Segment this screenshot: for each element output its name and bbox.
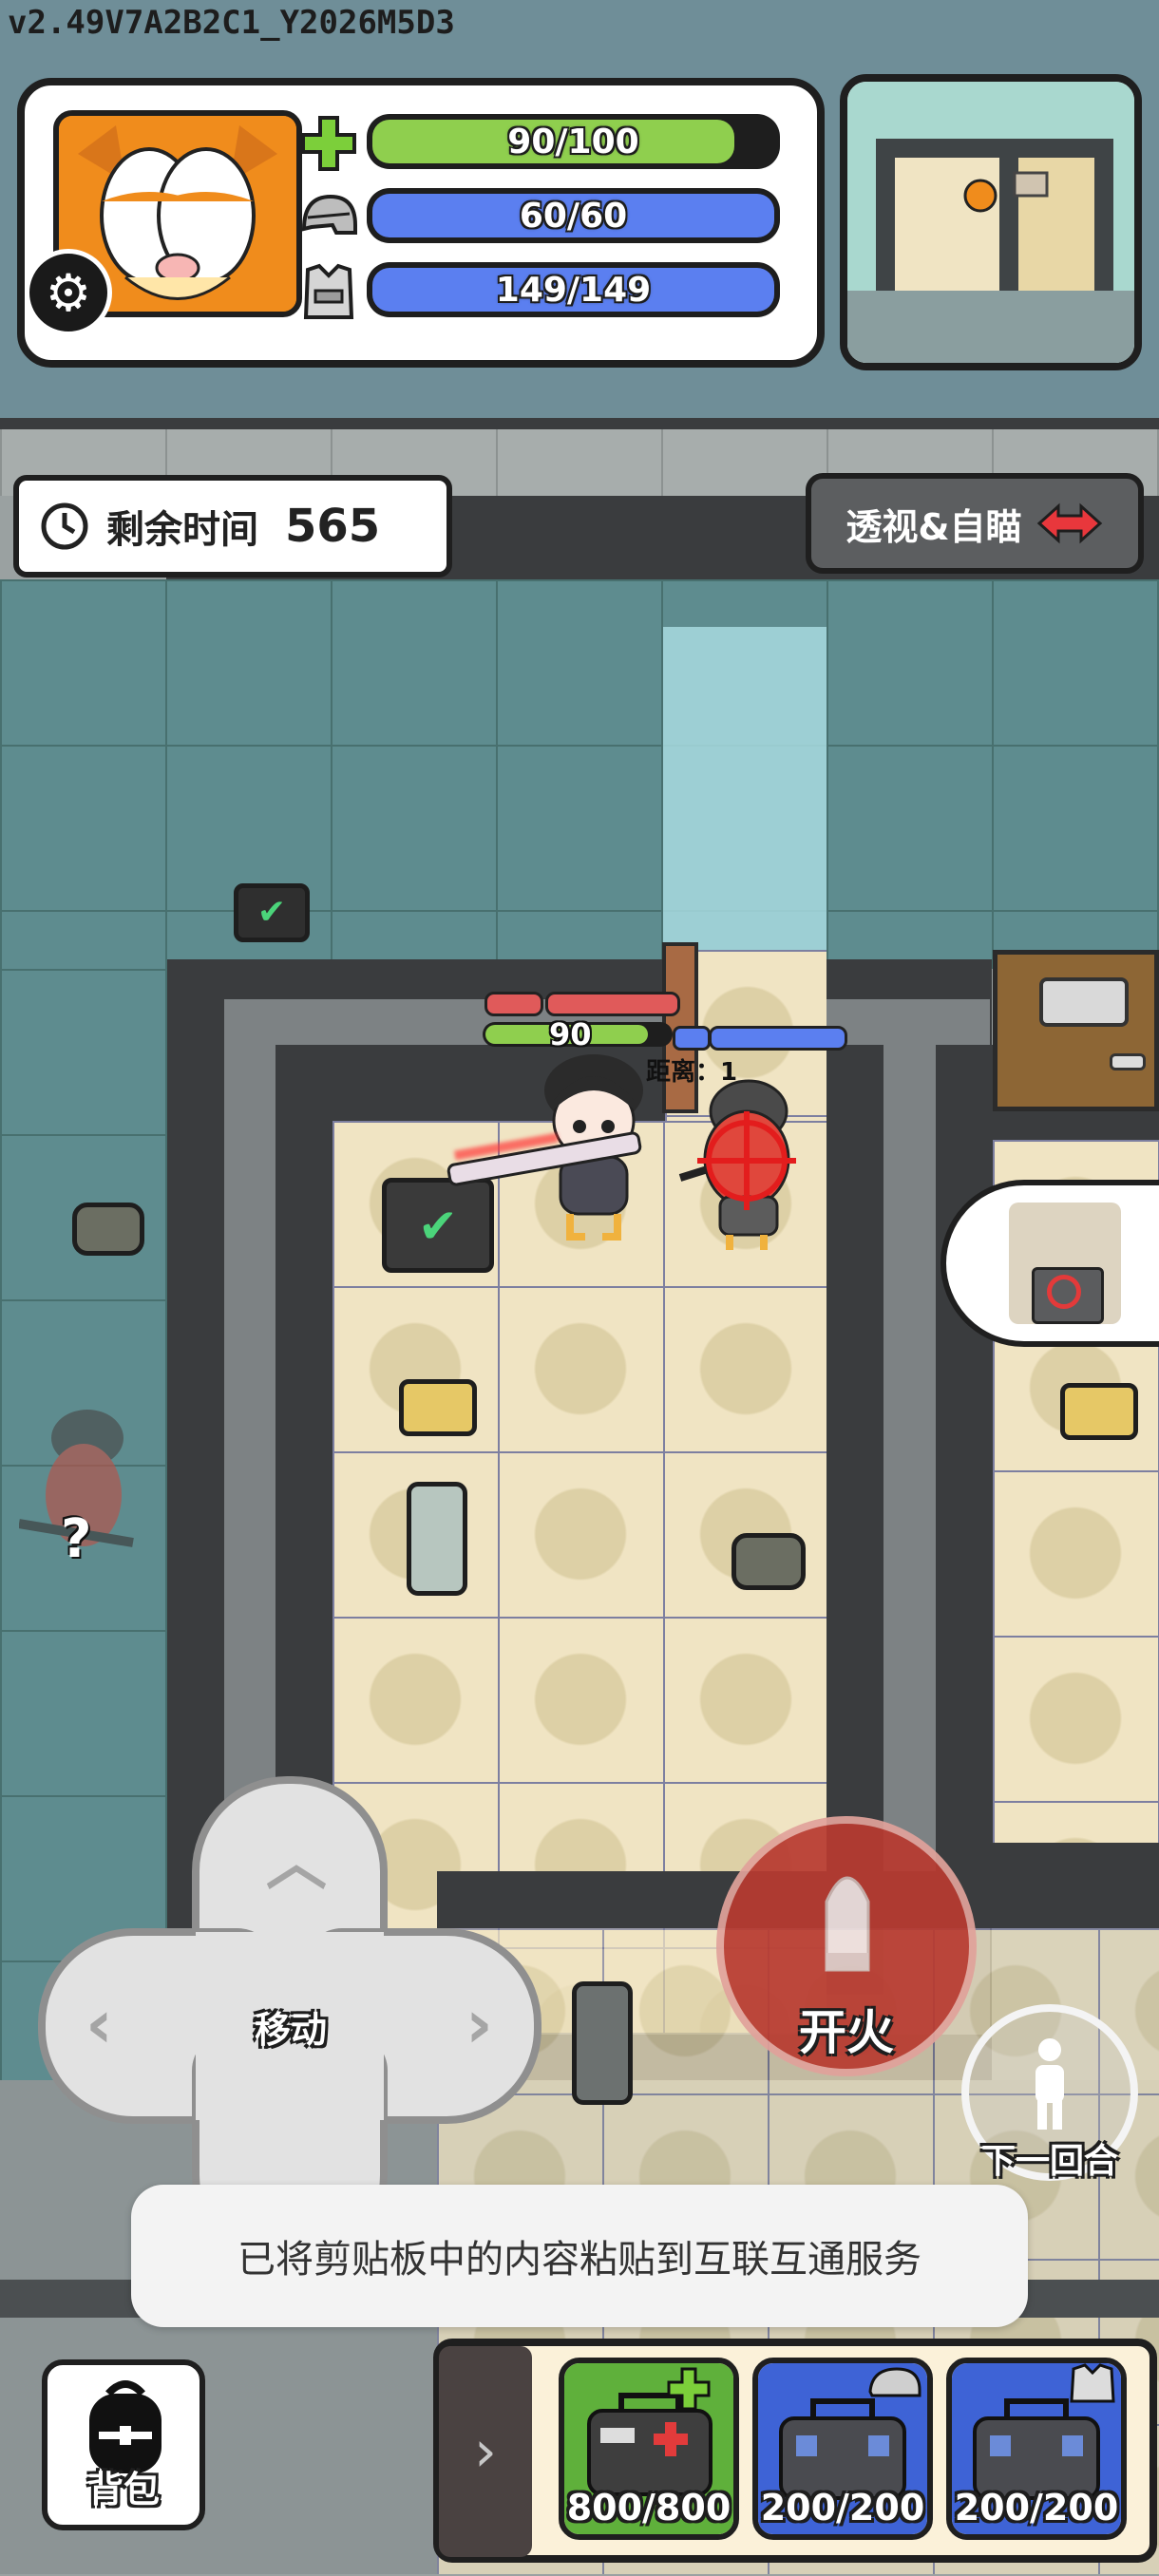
wooden-door[interactable] <box>993 950 1159 1111</box>
unknown-marker: ? <box>61 1508 92 1570</box>
time-remaining-label: 剩余时间 <box>106 508 258 552</box>
health-bar: 90/100 <box>367 114 780 169</box>
suitcase-icon[interactable] <box>572 1981 633 2105</box>
version-label: v2.49V7A2B2C1_Y2026M5D3 <box>8 4 455 42</box>
health-label: 90/100 <box>507 122 639 161</box>
gold-chest-icon[interactable] <box>399 1379 477 1436</box>
time-remaining-value: 565 <box>285 500 381 553</box>
clock-icon <box>41 502 88 550</box>
chevron-right-icon: › <box>466 1985 493 2063</box>
duffel-bag-icon[interactable] <box>72 1203 144 1256</box>
player-status-panel: ⚙ 90/100 60/60 149/149 <box>17 78 825 368</box>
player-hp-number: 90 <box>549 1016 592 1052</box>
time-remaining-panel: 剩余时间 565 <box>13 475 452 578</box>
helmet-icon <box>295 188 362 247</box>
offscreen-target-indicator[interactable] <box>940 1180 1159 1347</box>
tray-expand-chevron-icon[interactable]: › <box>439 2346 532 2557</box>
settings-gear-icon[interactable]: ⚙ <box>25 249 112 336</box>
opened-crate-icon[interactable]: ✔ <box>382 1178 494 1273</box>
medkit-label: 800/800 <box>566 2487 732 2529</box>
person-icon <box>1036 2038 1064 2130</box>
backpack-label: 背包 <box>86 2469 160 2510</box>
move-label: 移动 <box>254 2009 327 2051</box>
red-arrows-icon <box>1036 502 1102 544</box>
enemy-character[interactable] <box>673 1073 815 1254</box>
next-turn-label: 下一回合 <box>980 2142 1118 2181</box>
xray-aimbot-button[interactable]: 透视&自瞄 <box>806 473 1144 574</box>
chevron-left-icon: ‹ <box>86 1985 113 2063</box>
light-shaft <box>663 627 826 969</box>
chevron-up-icon: ︿ <box>266 1828 327 1899</box>
armor-vest-icon <box>295 262 362 321</box>
opened-crate-icon[interactable]: ✔ <box>234 883 310 942</box>
helmet-bar: 60/60 <box>367 188 780 243</box>
suitcase-icon[interactable] <box>407 1482 467 1596</box>
armor-kit-label: 200/200 <box>954 2487 1119 2529</box>
green-cross-icon <box>295 114 362 173</box>
teal-floor <box>0 579 1159 969</box>
gold-chest-icon[interactable] <box>1060 1383 1138 1440</box>
minimap-canvas <box>847 82 1134 363</box>
armor-label: 149/149 <box>495 270 652 310</box>
armor-bar: 149/149 <box>367 262 780 317</box>
bullet-icon <box>825 1876 870 1972</box>
minimap[interactable] <box>840 74 1142 370</box>
xray-aimbot-label: 透视&自瞄 <box>846 505 1022 548</box>
clipboard-toast: 已将剪贴板中的内容粘贴到互联互通服务 <box>131 2185 1028 2327</box>
helmet-kit-label: 200/200 <box>760 2487 925 2529</box>
duffel-bag-icon[interactable] <box>732 1533 806 1590</box>
fire-label: 开火 <box>799 2005 894 2060</box>
helmet-label: 60/60 <box>519 196 628 236</box>
